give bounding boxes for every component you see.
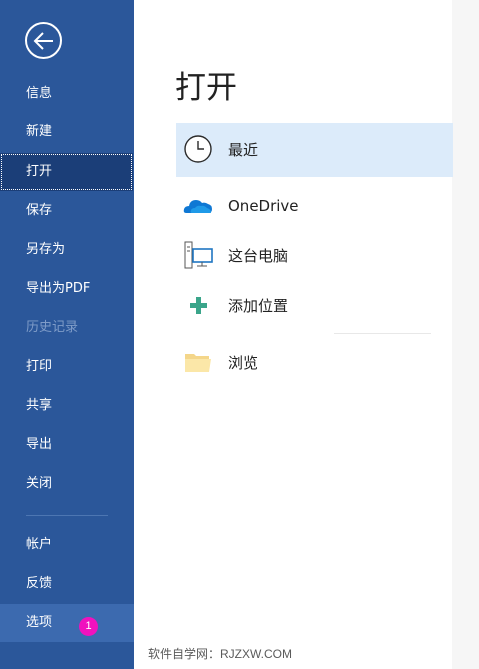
nav-item-options[interactable]: 选项 bbox=[0, 604, 134, 642]
sidebar-divider bbox=[26, 515, 108, 516]
nav-item-history: 历史记录 bbox=[26, 320, 79, 335]
open-panel: 打开 最近 OneDrive 这台电脑 添加位置 浏览 bbox=[134, 0, 479, 669]
panel-edge bbox=[452, 0, 479, 669]
location-this-pc[interactable]: 这台电脑 bbox=[176, 229, 453, 283]
page-title: 打开 bbox=[175, 70, 237, 106]
watermark-text: 软件自学网：RJZXW.COM bbox=[148, 647, 292, 661]
location-recent[interactable]: 最近 bbox=[176, 123, 453, 177]
plus-icon bbox=[190, 297, 207, 314]
back-button[interactable] bbox=[25, 22, 62, 59]
nav-item-share[interactable]: 共享 bbox=[0, 387, 134, 425]
computer-icon bbox=[184, 241, 213, 269]
location-label: 添加位置 bbox=[228, 297, 289, 315]
nav-item-new[interactable]: 新建 bbox=[0, 113, 134, 151]
folder-icon bbox=[185, 354, 211, 372]
location-add-place[interactable]: 添加位置 bbox=[176, 279, 453, 333]
location-browse[interactable]: 浏览 bbox=[176, 336, 453, 390]
location-divider bbox=[334, 333, 431, 334]
backstage-sidebar: 信息 新建 打开 保存 另存为 导出为PDF 历史记录 打印 共享 导出 关闭 … bbox=[0, 0, 134, 669]
nav-item-info[interactable]: 信息 bbox=[0, 75, 134, 113]
location-label: 浏览 bbox=[228, 354, 259, 372]
nav-item-close[interactable]: 关闭 bbox=[0, 465, 134, 503]
step-badge: 1 bbox=[79, 617, 98, 636]
location-label: 最近 bbox=[228, 141, 259, 159]
location-label: OneDrive bbox=[228, 197, 299, 215]
nav-item-open[interactable]: 打开 bbox=[0, 153, 133, 191]
clock-icon bbox=[184, 135, 212, 163]
location-onedrive[interactable]: OneDrive bbox=[176, 179, 453, 233]
nav-item-save[interactable]: 保存 bbox=[0, 192, 134, 230]
nav-item-export[interactable]: 导出 bbox=[0, 426, 134, 464]
location-label: 这台电脑 bbox=[228, 247, 289, 265]
nav-item-save-as[interactable]: 另存为 bbox=[0, 231, 134, 269]
onedrive-cloud-icon bbox=[183, 200, 212, 213]
nav-item-export-pdf[interactable]: 导出为PDF bbox=[0, 270, 134, 308]
nav-item-print[interactable]: 打印 bbox=[0, 348, 134, 386]
nav-item-feedback[interactable]: 反馈 bbox=[0, 565, 134, 603]
back-arrow-icon bbox=[33, 32, 53, 50]
nav-item-account[interactable]: 帐户 bbox=[0, 526, 134, 564]
